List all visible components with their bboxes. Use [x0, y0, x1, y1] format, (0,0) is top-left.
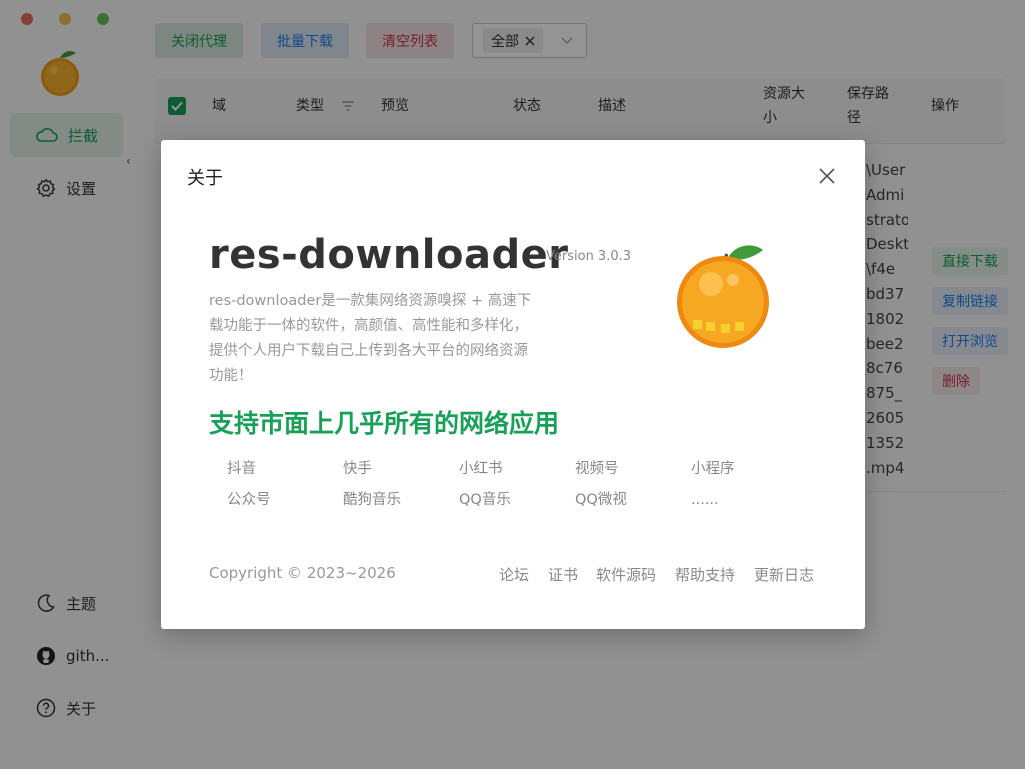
- platform-item: 快手: [343, 461, 372, 477]
- changelog-link[interactable]: 更新日志: [754, 564, 814, 585]
- platform-item: 小程序: [691, 461, 735, 477]
- orange-logo: [673, 240, 773, 356]
- source-code-link[interactable]: 软件源码: [596, 564, 656, 585]
- description-line: 功能！: [209, 368, 253, 384]
- platform-item: 抖音: [227, 461, 256, 477]
- platform-item: 酷狗音乐: [343, 492, 401, 508]
- dialog-title: 关于: [187, 168, 223, 189]
- close-icon[interactable]: [817, 166, 837, 186]
- description-line: 载功能于一体的软件，高颜值、高性能和多样化，: [209, 318, 528, 334]
- platform-item: 公众号: [227, 492, 271, 508]
- platform-item: ......: [691, 492, 719, 508]
- certificate-link[interactable]: 证书: [548, 564, 578, 585]
- platform-item: QQ音乐: [459, 492, 511, 508]
- platform-item: QQ微视: [575, 492, 627, 508]
- app-name: res-downloader: [209, 232, 569, 278]
- support-heading: 支持市面上几乎所有的网络应用: [209, 409, 560, 438]
- forum-link[interactable]: 论坛: [499, 564, 529, 585]
- description-line: res-downloader是一款集网络资源嗅探 + 高速下: [209, 293, 532, 309]
- version-label: Version 3.0.3: [546, 249, 632, 264]
- platform-item: 小红书: [459, 461, 503, 477]
- description-line: 提供个人用户下载自己上传到各大平台的网络资源: [209, 343, 528, 359]
- help-support-link[interactable]: 帮助支持: [675, 564, 735, 585]
- app-description: res-downloader是一款集网络资源嗅探 + 高速下 载功能于一体的软件…: [209, 289, 554, 389]
- app-window: 拦截 设置 ‹ 主题 gith... 关于 关闭代理 批量下载 清空列表 全部 …: [0, 0, 1025, 769]
- copyright-text: Copyright © 2023~2026: [209, 564, 396, 582]
- platform-item: 视频号: [575, 461, 619, 477]
- about-dialog: 关于 res-downloader Version 3.0.3 res-down…: [161, 140, 865, 629]
